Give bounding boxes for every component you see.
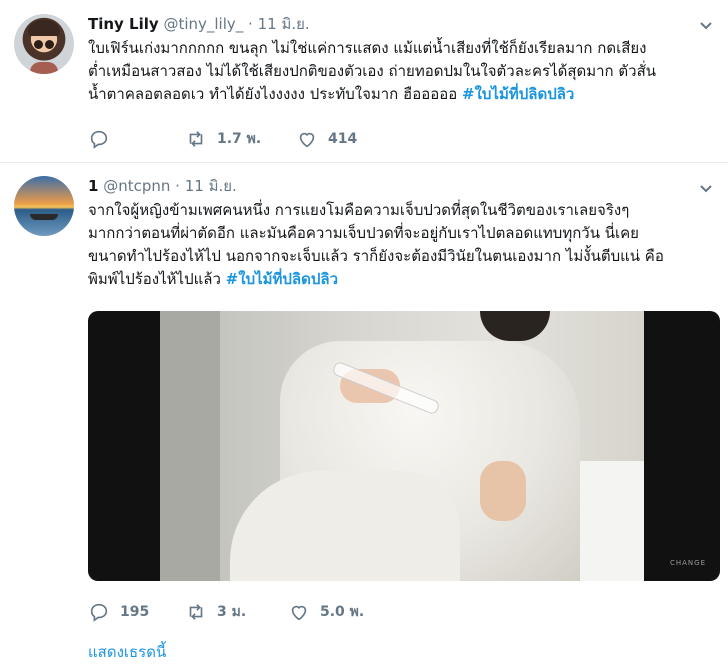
avatar-hair	[28, 20, 60, 36]
separator: ·	[248, 15, 253, 33]
video-watermark: CHANGE	[669, 559, 706, 567]
separator: ·	[175, 177, 180, 195]
reply-button[interactable]: 195	[88, 601, 185, 623]
tweet-media-video[interactable]: CHANGE	[88, 311, 720, 581]
avatar[interactable]	[14, 176, 74, 236]
video-wall	[160, 311, 220, 581]
reply-icon	[90, 603, 108, 622]
hashtag-link[interactable]: #ใบไม้ที่ปลิดปลิว	[462, 85, 574, 103]
like-button[interactable]: 5.0 พ.	[288, 601, 364, 623]
tweet[interactable]: Tiny Lily @tiny_lily_ · 11 มิ.ย. ใบเฟิร์…	[0, 0, 728, 163]
retweet-button[interactable]: 1.7 พ.	[185, 128, 296, 150]
like-icon	[299, 132, 315, 148]
hashtag-link[interactable]: #ใบไม้ที่ปลิดปลิว	[226, 270, 338, 288]
chevron-down-icon[interactable]	[698, 18, 714, 34]
user-handle[interactable]: @ntcpnn	[103, 177, 170, 195]
tweet-header: 1 @ntcpnn · 11 มิ.ย.	[88, 174, 237, 198]
reply-count: 195	[120, 604, 150, 620]
user-name[interactable]: Tiny Lily	[88, 15, 159, 33]
avatar[interactable]	[14, 14, 74, 74]
retweet-button[interactable]: 3 ม.	[185, 601, 288, 623]
tweet-text: จากใจผู้หญิงข้ามเพศคนหนึ่ง การแยงโมคือคว…	[88, 199, 716, 291]
chevron-down-icon[interactable]	[698, 181, 714, 197]
tweet-actions: 195 3 ม. 5.0 พ.	[88, 601, 364, 623]
show-thread-link[interactable]: แสดงเธรดนี้	[88, 640, 166, 664]
timestamp[interactable]: 11 มิ.ย.	[258, 15, 310, 33]
avatar-eye	[34, 40, 43, 49]
like-count: 5.0 พ.	[320, 604, 365, 620]
retweet-icon	[189, 604, 203, 620]
video-hand	[480, 461, 526, 521]
video-robe-lower	[230, 471, 460, 581]
like-icon	[291, 605, 307, 621]
video-hair	[480, 311, 550, 341]
user-handle[interactable]: @tiny_lily_	[163, 15, 243, 33]
retweet-icon	[189, 131, 203, 147]
like-count: 414	[328, 131, 358, 147]
avatar-boat	[30, 214, 58, 220]
reply-icon	[90, 130, 108, 149]
like-button[interactable]: 414	[296, 128, 357, 150]
tweet-header: Tiny Lily @tiny_lily_ · 11 มิ.ย.	[88, 12, 310, 36]
tweet-body: จากใจผู้หญิงข้ามเพศคนหนึ่ง การแยงโมคือคว…	[88, 201, 664, 288]
avatar-body	[30, 62, 58, 74]
tweet-actions: 1.7 พ. 414	[88, 128, 357, 150]
timestamp[interactable]: 11 มิ.ย.	[185, 177, 237, 195]
avatar-eye	[45, 40, 54, 49]
reply-button[interactable]	[88, 128, 185, 150]
video-frame	[160, 311, 644, 581]
retweet-count: 3 ม.	[217, 604, 247, 620]
retweet-count: 1.7 พ.	[217, 131, 262, 147]
user-name[interactable]: 1	[88, 177, 98, 195]
tweet-text: ใบเฟิร์นเก่งมากกกกก ขนลุก ไม่ใช่แค่การแส…	[88, 37, 716, 106]
